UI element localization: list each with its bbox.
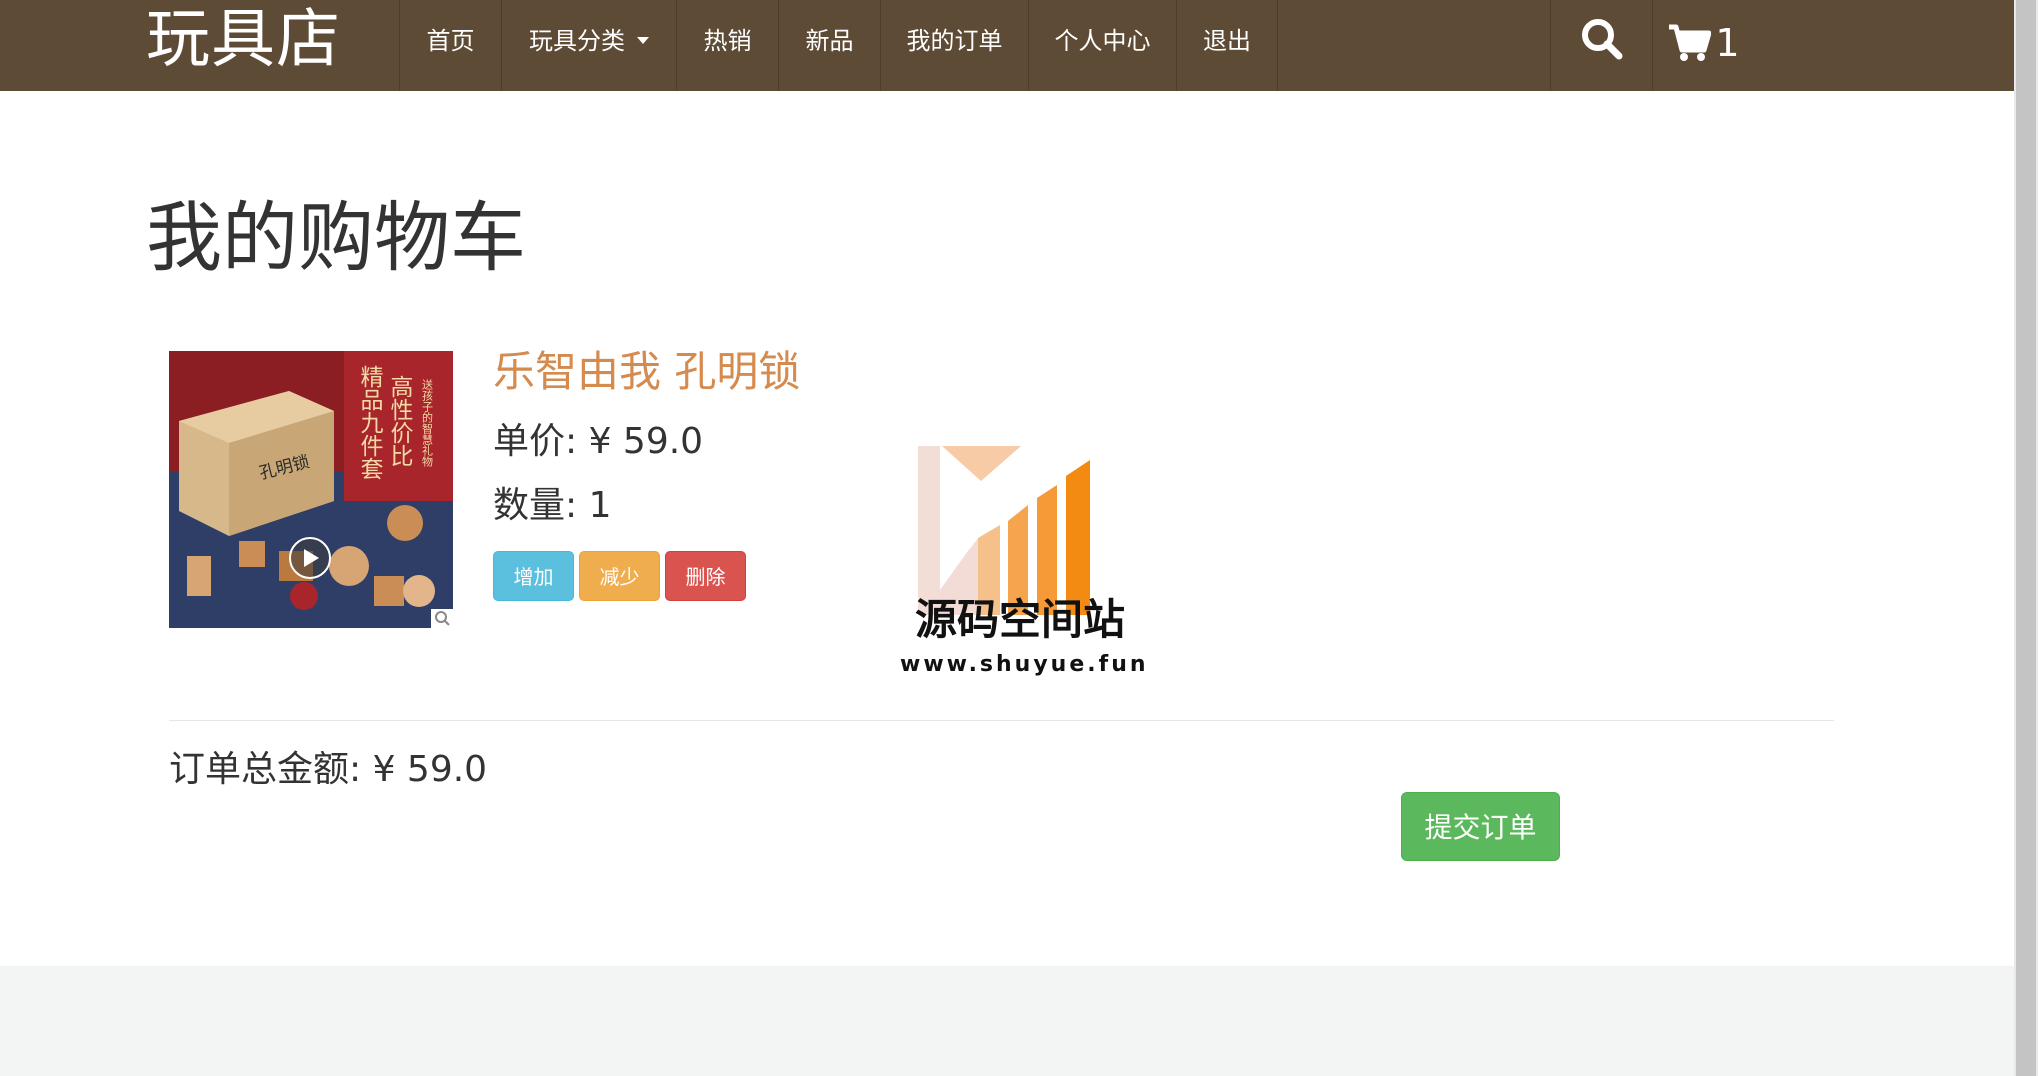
nav-item-toy-category[interactable]: 玩具分类: [501, 0, 676, 91]
delete-button[interactable]: 删除: [665, 551, 746, 601]
divider: [169, 720, 1834, 721]
brand-logo[interactable]: 玩具店: [146, 0, 341, 80]
nav-item-hot[interactable]: 热销: [676, 0, 778, 91]
nav-item-my-orders[interactable]: 我的订单: [880, 0, 1028, 91]
product-name-link[interactable]: 乐智由我 孔明锁: [493, 344, 800, 400]
cart-button[interactable]: 1: [1652, 0, 1754, 91]
nav-item-user-center[interactable]: 个人中心: [1028, 0, 1176, 91]
unit-price: 单价: ¥ 59.0: [493, 421, 704, 462]
image-small-text: 送孩子的智慧礼物: [421, 378, 434, 467]
caret-down-icon: [637, 36, 649, 44]
zoom-icon: [431, 609, 453, 628]
nav-item-home[interactable]: 首页: [399, 0, 501, 91]
nav-item-toy-category-label: 玩具分类: [529, 27, 625, 55]
watermark-title: 源码空间站: [914, 595, 1125, 644]
watermark-url: www.shuyue.fun: [900, 652, 1149, 677]
quantity: 数量: 1: [493, 485, 612, 526]
image-headline-1: 高性价比: [386, 375, 414, 467]
cart-count-badge: 1: [1715, 21, 1740, 65]
vertical-scrollbar-thumb[interactable]: [2016, 0, 2036, 1076]
submit-order-button[interactable]: 提交订单: [1401, 792, 1560, 861]
nav-item-new[interactable]: 新品: [778, 0, 880, 91]
product-image[interactable]: 孔明锁 高性价比 精品九件套 送孩子的智慧礼物: [169, 351, 453, 628]
top-navbar: 玩具店 首页 玩具分类 热销 新品 我的订单 个人中心 退出 1: [0, 0, 2014, 91]
page-footer: [0, 966, 2014, 1076]
image-headline-2: 精品九件套: [356, 365, 384, 480]
order-total: 订单总金额: ¥ 59.0: [169, 749, 488, 790]
shopping-cart-icon: [1669, 24, 1712, 61]
decrease-button[interactable]: 减少: [579, 551, 660, 601]
nav-item-logout[interactable]: 退出: [1176, 0, 1278, 91]
search-button[interactable]: [1550, 0, 1652, 91]
search-icon: [1581, 19, 1622, 60]
page-title: 我的购物车: [146, 193, 526, 282]
product-photo: 孔明锁 高性价比 精品九件套 送孩子的智慧礼物: [169, 351, 453, 628]
increase-button[interactable]: 增加: [493, 551, 574, 601]
